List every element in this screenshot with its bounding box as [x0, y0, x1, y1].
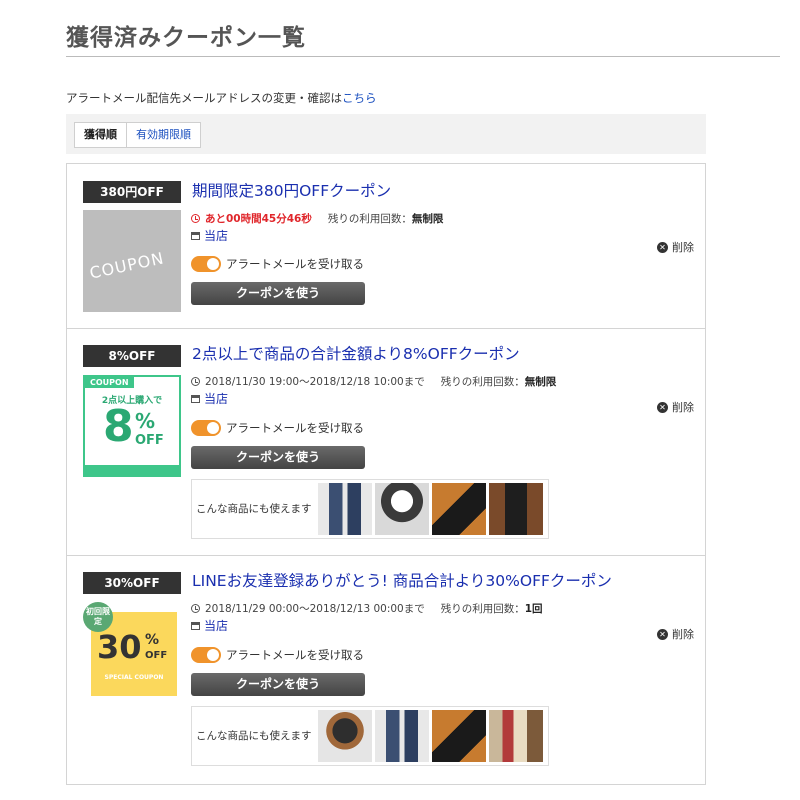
sort-tab-expiry[interactable]: 有効期限順 — [127, 123, 200, 147]
thumbnail-text: COUPON — [87, 248, 166, 283]
thumbnail-percent: % — [145, 632, 160, 648]
remaining-value: 無制限 — [524, 376, 557, 388]
use-coupon-button[interactable]: クーポンを使う — [191, 673, 365, 696]
thumbnail-big-number: 8 — [103, 401, 134, 452]
thumbnail-big-number: 30 — [97, 628, 142, 666]
alert-toggle-row: アラートメールを受け取る — [191, 420, 364, 436]
store-icon — [191, 394, 200, 403]
coupon-thumbnail: COUPON — [83, 210, 181, 312]
discount-badge: 380円OFF — [83, 181, 181, 203]
related-products: こんな商品にも使えます — [191, 479, 549, 539]
coupon-meta: あと00時間45分46秒 残りの利用回数： 無制限 — [191, 211, 443, 226]
use-coupon-button[interactable]: クーポンを使う — [191, 446, 365, 469]
product-thumbnail[interactable] — [432, 483, 486, 535]
product-thumbnail[interactable] — [318, 710, 372, 762]
coupon-list: 380円OFF COUPON 期間限定380円OFFクーポン あと00時間45分… — [66, 163, 706, 785]
product-thumbnail[interactable] — [432, 710, 486, 762]
alert-toggle-label: アラートメールを受け取る — [226, 257, 364, 271]
store-label: 当店 — [204, 229, 229, 243]
alert-toggle-label: アラートメールを受け取る — [226, 648, 364, 662]
product-thumbnail[interactable] — [489, 483, 543, 535]
page-title: 獲得済みクーポン一覧 — [66, 25, 306, 51]
product-thumbnail[interactable] — [375, 710, 429, 762]
remaining-label: 残りの利用回数： — [327, 213, 412, 225]
remaining-label: 残りの利用回数： — [440, 603, 525, 615]
product-thumbnail[interactable] — [375, 483, 429, 535]
coupon-card: 30%OFF 初回限定 30 % OFF SPECIAL COUPON LINE… — [67, 556, 705, 782]
discount-badge: 8%OFF — [83, 345, 181, 367]
alert-toggle[interactable] — [191, 256, 221, 272]
validity-period: 2018/11/30 19:00〜2018/12/18 10:00まで — [205, 376, 425, 388]
related-products: こんな商品にも使えます — [191, 706, 549, 766]
validity-period: 2018/11/29 00:00〜2018/12/13 00:00まで — [205, 603, 425, 615]
product-thumbnail[interactable] — [318, 483, 372, 535]
coupon-meta: 2018/11/30 19:00〜2018/12/18 10:00まで 残りの利… — [191, 374, 556, 389]
store-link[interactable]: 当店 — [191, 617, 228, 634]
alert-toggle[interactable] — [191, 420, 221, 436]
alert-toggle-row: アラートメールを受け取る — [191, 256, 364, 272]
alert-email-note: アラートメール配信先メールアドレスの変更・確認はこちら — [66, 90, 377, 106]
coupon-thumbnail: 初回限定 30 % OFF SPECIAL COUPON — [83, 602, 181, 704]
store-label: 当店 — [204, 392, 229, 406]
related-products-label: こんな商品にも使えます — [196, 730, 312, 742]
remaining-value: 無制限 — [411, 213, 444, 225]
clock-icon — [191, 214, 200, 223]
delete-button[interactable]: ✕ 削除 — [657, 239, 694, 255]
sort-tab-acquired[interactable]: 獲得順 — [75, 123, 127, 147]
delete-button[interactable]: ✕ 削除 — [657, 399, 694, 415]
close-icon: ✕ — [657, 628, 668, 640]
product-thumbnail[interactable] — [489, 710, 543, 762]
delete-label: 削除 — [672, 628, 694, 641]
coupon-title-link[interactable]: LINEお友達登録ありがとう! 商品合計より30%OFFクーポン — [192, 569, 612, 591]
store-link[interactable]: 当店 — [191, 227, 228, 244]
thumbnail-sub: SPECIAL COUPON — [104, 674, 164, 681]
alert-toggle-row: アラートメールを受け取る — [191, 647, 364, 663]
coupon-title-link[interactable]: 期間限定380円OFFクーポン — [192, 179, 391, 201]
clock-icon — [191, 604, 200, 613]
sort-tabs: 獲得順 有効期限順 — [74, 122, 201, 148]
alert-toggle[interactable] — [191, 647, 221, 663]
thumbnail-percent: % — [135, 409, 156, 433]
store-icon — [191, 231, 200, 240]
store-link[interactable]: 当店 — [191, 390, 228, 407]
store-icon — [191, 621, 200, 630]
alert-settings-link[interactable]: こちら — [342, 91, 377, 105]
coupon-card: 8%OFF COUPON 2点以上購入で 8 % OFF 2点以上で商品の合計金… — [67, 329, 705, 555]
clock-icon — [191, 377, 200, 386]
close-icon: ✕ — [657, 401, 668, 413]
alert-note-text: アラートメール配信先メールアドレスの変更・確認は — [66, 91, 342, 105]
close-icon: ✕ — [657, 241, 668, 253]
thumbnail-ribbon: COUPON — [85, 377, 134, 388]
sort-bar: 獲得順 有効期限順 — [66, 114, 706, 154]
delete-label: 削除 — [672, 401, 694, 414]
countdown-text: あと00時間45分46秒 — [205, 213, 312, 225]
title-divider — [66, 56, 780, 57]
coupon-card: 380円OFF COUPON 期間限定380円OFFクーポン あと00時間45分… — [67, 164, 705, 328]
store-label: 当店 — [204, 619, 229, 633]
delete-label: 削除 — [672, 241, 694, 254]
coupon-title-link[interactable]: 2点以上で商品の合計金額より8%OFFクーポン — [192, 342, 520, 364]
use-coupon-button[interactable]: クーポンを使う — [191, 282, 365, 305]
coupon-thumbnail: COUPON 2点以上購入で 8 % OFF — [83, 375, 181, 477]
alert-toggle-label: アラートメールを受け取る — [226, 421, 364, 435]
related-products-label: こんな商品にも使えます — [196, 503, 312, 515]
discount-badge: 30%OFF — [83, 572, 181, 594]
coupon-meta: 2018/11/29 00:00〜2018/12/13 00:00まで 残りの利… — [191, 601, 543, 616]
remaining-label: 残りの利用回数： — [440, 376, 525, 388]
thumbnail-off: OFF — [145, 650, 168, 661]
thumbnail-off: OFF — [135, 433, 164, 448]
delete-button[interactable]: ✕ 削除 — [657, 626, 694, 642]
remaining-value: 1回 — [524, 603, 543, 615]
